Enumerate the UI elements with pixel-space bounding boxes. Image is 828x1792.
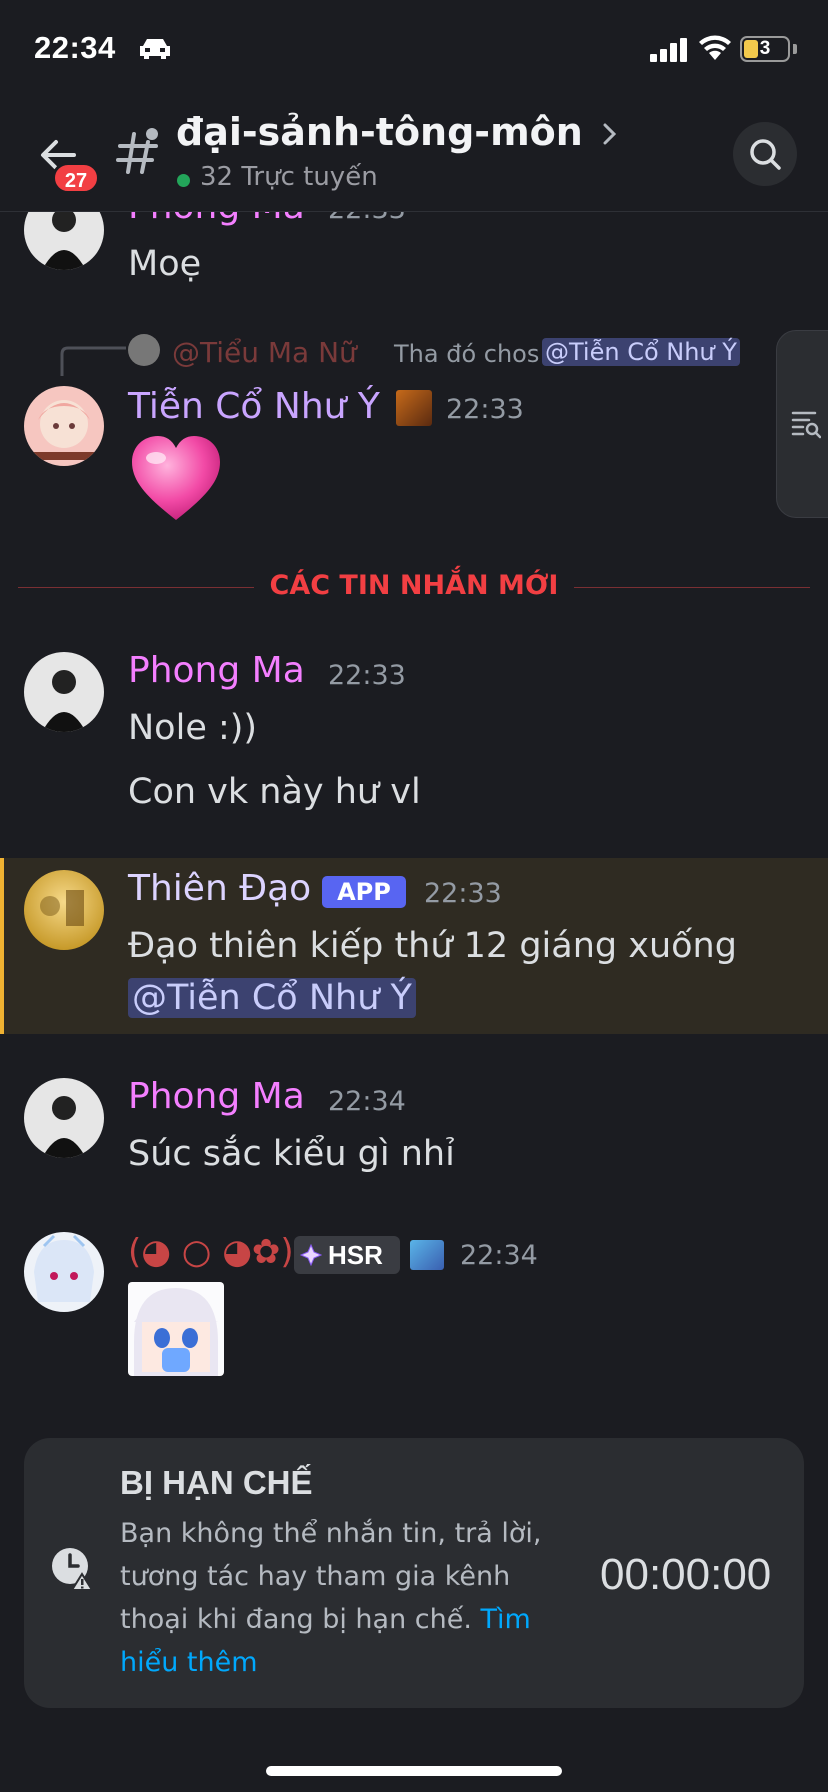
role-tag: HSR (294, 1236, 400, 1274)
message-author[interactable]: Phong Ma (128, 1076, 305, 1117)
list-search-icon (791, 411, 821, 439)
signal-icon (650, 38, 687, 62)
online-status-dot (177, 174, 190, 187)
channel-name[interactable]: đại-sảnh-tông-môn (176, 110, 583, 154)
emoji-icon (410, 1240, 444, 1270)
message-author[interactable]: Thiên Đạo (128, 868, 311, 909)
clock-warning-icon (52, 1548, 94, 1591)
message-author[interactable]: Tiễn Cổ Như Ý (128, 386, 380, 427)
avatar[interactable] (24, 870, 104, 950)
message-author[interactable]: (◕ ○ ◕✿) (128, 1232, 294, 1272)
avatar[interactable] (24, 1232, 104, 1312)
message-author[interactable]: Phong Ma (128, 650, 305, 691)
reply-author[interactable]: @Tiểu Ma Nữ (172, 336, 357, 369)
message-text: Nole :)) (128, 708, 258, 748)
restriction-title: BỊ HẠN CHẾ (120, 1464, 313, 1501)
avatar[interactable] (24, 1078, 104, 1158)
home-indicator[interactable] (266, 1766, 562, 1776)
app-tag: APP (322, 876, 406, 908)
reply-connector (60, 346, 126, 376)
reply-avatar (128, 334, 160, 366)
restriction-notice: BỊ HẠN CHẾ Bạn không thể nhắn tin, trả l… (24, 1438, 804, 1708)
message-text: Moẹ (128, 244, 202, 284)
avatar[interactable] (24, 386, 104, 466)
battery-indicator: 3 (740, 36, 790, 62)
sticker-image[interactable] (128, 1282, 224, 1376)
reply-mention[interactable]: @Tiễn Cổ Như Ý (542, 338, 740, 366)
search-icon (750, 139, 781, 170)
search-button[interactable] (733, 122, 797, 186)
message-timestamp: 22:34 (328, 1086, 406, 1117)
member-list-toggle[interactable] (776, 330, 828, 518)
wifi-icon (699, 35, 731, 60)
channel-header: 27 đại-sảnh-tông-môn 32 Trực tuyến (0, 100, 828, 212)
user-mention[interactable]: @Tiễn Cổ Như Ý (128, 978, 416, 1018)
reply-text: Tha đó chos (394, 340, 540, 368)
hashtag-thread-icon (116, 128, 158, 174)
unread-badge: 27 (52, 162, 100, 194)
restriction-body: Bạn không thể nhắn tin, trả lời, tương t… (120, 1518, 542, 1678)
heart-emoji-icon[interactable] (128, 432, 224, 528)
new-messages-divider: CÁC TIN NHẮN MỚI (269, 570, 559, 601)
sparkle-icon (300, 1244, 322, 1266)
car-icon (140, 39, 170, 59)
message-text: Súc sắc kiểu gì nhỉ (128, 1134, 455, 1174)
status-bar: 22:34 3 (0, 0, 828, 100)
message-timestamp: 22:33 (446, 394, 524, 425)
online-count: 32 Trực tuyến (200, 162, 378, 192)
role-tag-label: HSR (328, 1240, 383, 1270)
chevron-right-icon[interactable] (600, 120, 620, 148)
clock: 22:34 (34, 30, 116, 65)
role-icon (396, 390, 432, 426)
message-timestamp: 22:33 (328, 660, 406, 691)
restriction-timer: 00:00:00 (600, 1550, 772, 1599)
message-text: Đạo thiên kiếp thứ 12 giáng xuống (128, 926, 737, 966)
message-text: Con vk này hư vl (128, 772, 421, 812)
message-timestamp: 22:33 (424, 878, 502, 909)
message-timestamp: 22:34 (460, 1240, 538, 1271)
avatar[interactable] (24, 652, 104, 732)
